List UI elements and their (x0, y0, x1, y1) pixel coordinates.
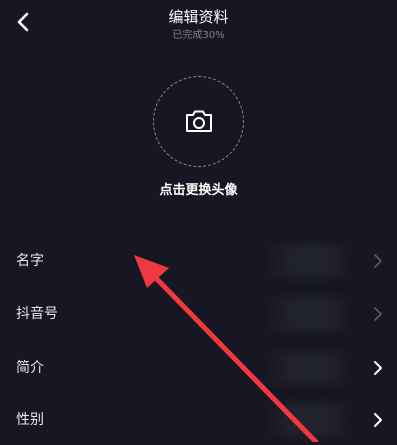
row-label-douyin-id: 抖音号 (16, 306, 58, 322)
blurred-gender-value (262, 403, 354, 437)
edit-profile-screen: 编辑资料 已完成30% 点击更换头像 名字 抖音号 简介 性别 (0, 0, 397, 442)
page-title: 编辑资料 (168, 8, 229, 26)
chevron-right-icon (374, 254, 382, 268)
profile-row-bio[interactable]: 简介 (0, 343, 397, 393)
profile-completion-text: 已完成30% (172, 30, 225, 41)
row-label-name: 名字 (16, 253, 44, 269)
blurred-bio-value (262, 351, 354, 385)
camera-icon (186, 110, 212, 132)
profile-row-gender[interactable]: 性别 (0, 395, 397, 445)
blurred-name-value (262, 244, 354, 278)
profile-row-name[interactable]: 名字 (0, 236, 397, 286)
chevron-right-icon (374, 413, 382, 427)
chevron-right-icon (374, 307, 382, 321)
profile-row-douyin-id[interactable]: 抖音号 (0, 289, 397, 339)
chevron-right-icon (374, 361, 382, 375)
row-label-bio: 简介 (16, 360, 44, 376)
blurred-douyin-id-value (262, 297, 354, 331)
change-avatar-label[interactable]: 点击更换头像 (0, 181, 397, 201)
row-label-gender: 性别 (16, 412, 44, 428)
